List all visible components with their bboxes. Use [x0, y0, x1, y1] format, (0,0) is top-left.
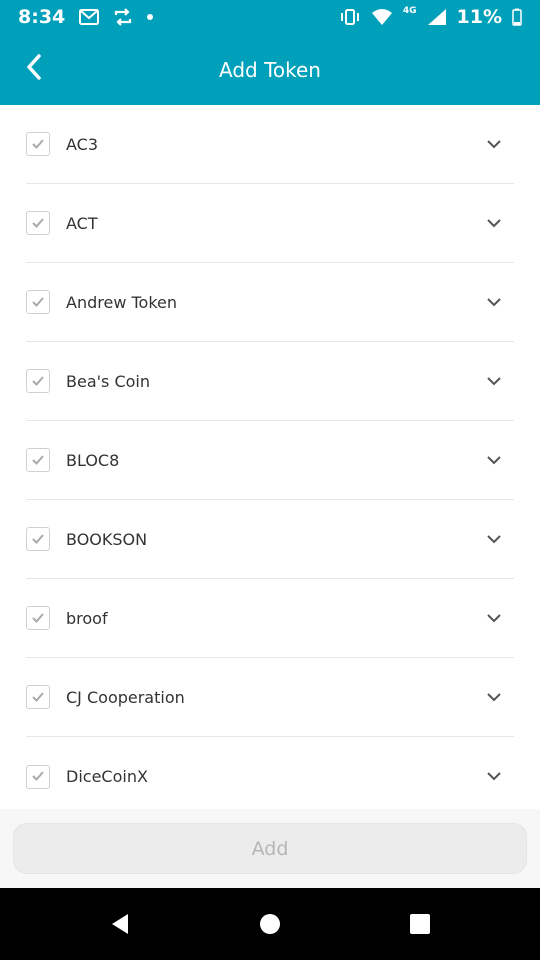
vibrate-icon [339, 8, 361, 26]
footer-bar: Add [0, 809, 540, 888]
token-name: DiceCoinX [66, 767, 148, 786]
app-header: 8:34 4G 11% Add Token [0, 0, 540, 105]
chevron-down-icon [486, 687, 502, 706]
gmail-icon [79, 9, 100, 25]
status-bar: 8:34 4G 11% [0, 0, 540, 34]
chevron-down-icon [486, 529, 502, 548]
chevron-down-icon [486, 608, 502, 627]
token-row[interactable]: BLOC8 [26, 421, 514, 500]
expand-button[interactable] [482, 289, 506, 313]
back-button[interactable] [12, 47, 56, 91]
chevron-left-icon [25, 53, 43, 85]
signal-icon [427, 8, 447, 26]
token-checkbox[interactable] [26, 290, 50, 314]
token-row[interactable]: CJ Cooperation [26, 658, 514, 737]
expand-button[interactable] [482, 763, 506, 787]
check-icon [31, 767, 45, 786]
chevron-down-icon [486, 371, 502, 390]
system-nav-bar [0, 888, 540, 960]
token-checkbox[interactable] [26, 685, 50, 709]
sync-icon [113, 8, 133, 26]
chevron-down-icon [486, 292, 502, 311]
check-icon [31, 293, 45, 312]
check-icon [31, 214, 45, 233]
token-checkbox[interactable] [26, 448, 50, 472]
page-title: Add Token [219, 57, 321, 82]
token-row[interactable]: BOOKSON [26, 500, 514, 579]
chevron-down-icon [486, 134, 502, 153]
dot-icon [147, 14, 154, 20]
token-name: AC3 [66, 134, 99, 154]
check-icon [31, 372, 45, 391]
network-label: 4G [402, 6, 417, 16]
chevron-down-icon [486, 766, 502, 785]
token-checkbox[interactable] [26, 132, 50, 156]
app-bar: Add Token [0, 34, 540, 105]
recents-square-icon[interactable] [408, 912, 432, 936]
token-list: AC3 ACT Andrew Token Bea's Coin BLOC8 BO [0, 105, 540, 809]
token-row[interactable]: Andrew Token [26, 263, 514, 342]
add-button[interactable]: Add [13, 823, 527, 874]
token-name: BLOC8 [66, 450, 120, 470]
battery-percent: 11% [456, 6, 502, 28]
home-circle-icon[interactable] [258, 912, 282, 936]
status-time: 8:34 [18, 6, 66, 28]
token-checkbox[interactable] [26, 606, 50, 630]
expand-button[interactable] [482, 605, 506, 629]
token-row[interactable]: DiceCoinX [26, 737, 514, 809]
token-name: ACT [66, 213, 98, 233]
token-name: Bea's Coin [66, 371, 150, 391]
token-checkbox[interactable] [26, 369, 50, 393]
token-checkbox[interactable] [26, 764, 50, 789]
expand-button[interactable] [482, 210, 506, 234]
token-row[interactable]: AC3 [26, 105, 514, 184]
token-checkbox[interactable] [26, 527, 50, 551]
expand-button[interactable] [482, 526, 506, 550]
check-icon [31, 688, 45, 707]
token-name: BOOKSON [66, 529, 148, 549]
expand-button[interactable] [482, 368, 506, 392]
token-row[interactable]: ACT [26, 184, 514, 263]
token-name: CJ Cooperation [66, 687, 185, 707]
chevron-down-icon [486, 450, 502, 469]
wifi-icon [371, 8, 393, 26]
token-row[interactable]: broof [26, 579, 514, 658]
check-icon [31, 530, 45, 549]
token-row[interactable]: Bea's Coin [26, 342, 514, 421]
token-name: broof [66, 608, 108, 628]
check-icon [31, 135, 45, 154]
chevron-down-icon [486, 213, 502, 232]
expand-button[interactable] [482, 131, 506, 155]
expand-button[interactable] [482, 684, 506, 708]
token-checkbox[interactable] [26, 211, 50, 235]
token-name: Andrew Token [66, 292, 178, 312]
expand-button[interactable] [482, 447, 506, 471]
battery-icon [512, 8, 522, 26]
back-triangle-icon[interactable] [108, 912, 132, 936]
check-icon [31, 451, 45, 470]
check-icon [31, 609, 45, 628]
